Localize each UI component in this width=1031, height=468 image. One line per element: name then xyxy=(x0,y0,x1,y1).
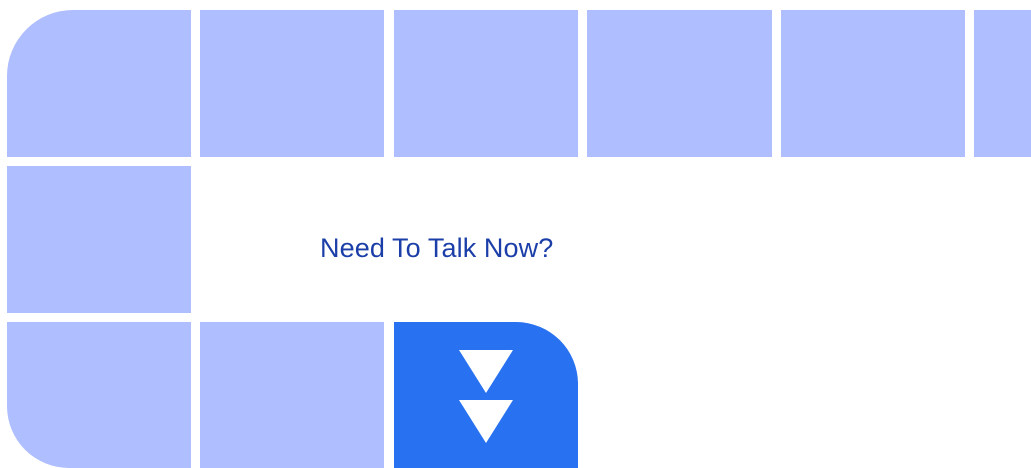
scroll-down-button[interactable] xyxy=(394,322,578,468)
decor-tile-bottom-1 xyxy=(7,322,191,468)
decor-tile-top-2 xyxy=(200,10,384,157)
decor-tile-top-6 xyxy=(974,10,1031,157)
decor-tile-bottom-2 xyxy=(200,322,384,468)
hero-headline: Need To Talk Now? xyxy=(320,233,554,263)
hero-banner: Need To Talk Now? xyxy=(0,0,1031,468)
decor-tile-top-1 xyxy=(7,10,191,157)
decor-tile-top-3 xyxy=(394,10,578,157)
decor-tile-top-5 xyxy=(781,10,965,157)
double-chevron-down-icon xyxy=(459,350,513,443)
decor-tile-middle-1 xyxy=(7,166,191,313)
decor-tile-top-4 xyxy=(587,10,772,157)
